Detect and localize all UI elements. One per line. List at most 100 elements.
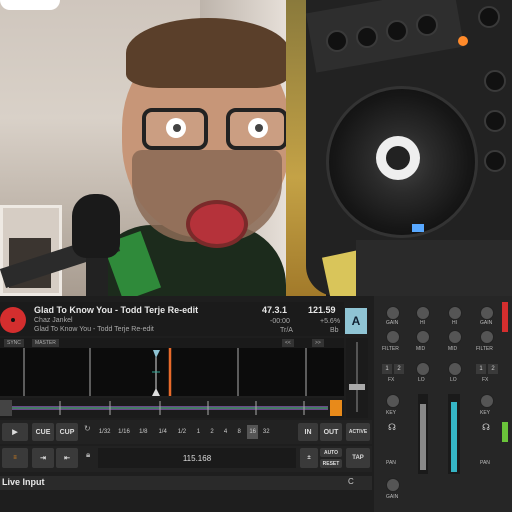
gain-knob-b[interactable] bbox=[386, 478, 400, 492]
webcam-video bbox=[0, 0, 286, 296]
fx1-button-b[interactable]: 1 bbox=[476, 364, 486, 374]
live-input-header bbox=[0, 476, 372, 490]
key-label: KEY bbox=[386, 410, 397, 416]
volume-fader-a[interactable] bbox=[418, 394, 428, 474]
loop-out-button[interactable]: OUT bbox=[320, 423, 342, 441]
mixer-eq-a: HI MID LO bbox=[408, 302, 438, 512]
loop-size-button[interactable]: 32 bbox=[260, 425, 272, 439]
sync-button[interactable]: SYNC bbox=[4, 339, 24, 347]
fx2-button[interactable]: 2 bbox=[394, 364, 404, 374]
loop-size-button[interactable]: 1/16 bbox=[115, 425, 132, 439]
vinyl-icon bbox=[0, 307, 26, 333]
mixer-channel-b: GAIN FILTER 1 2 FX KEY ☊ PAN bbox=[472, 302, 508, 512]
pan-label-b: PAN bbox=[480, 460, 490, 466]
controller-knob bbox=[484, 70, 506, 92]
play-icon: ▶ bbox=[12, 429, 18, 436]
waveform-display[interactable] bbox=[0, 348, 344, 396]
master-button[interactable]: MASTER bbox=[32, 339, 59, 347]
lo-label: LO bbox=[418, 377, 425, 383]
loop-size-button[interactable]: 1/2 bbox=[173, 425, 190, 439]
track-title: Glad To Know You - Todd Terje Re-edit bbox=[34, 305, 199, 315]
tap-button[interactable]: TAP bbox=[346, 448, 370, 468]
ceiling-lamp bbox=[0, 0, 60, 10]
key-knob[interactable] bbox=[386, 394, 400, 408]
jog-wheel-logo-center bbox=[386, 146, 410, 170]
controller-pads bbox=[356, 240, 512, 296]
hi-knob[interactable] bbox=[416, 306, 430, 320]
auto-button[interactable]: AUTO bbox=[320, 448, 342, 457]
grid-left-button[interactable]: << bbox=[282, 339, 294, 347]
loop-icon: ↻ bbox=[84, 424, 91, 433]
key-secondary: Bb bbox=[330, 327, 339, 334]
live-input-deck-letter[interactable]: C bbox=[348, 477, 354, 486]
tempo-slider[interactable] bbox=[346, 338, 368, 418]
headphone-icon[interactable]: ☊ bbox=[388, 422, 396, 433]
mixer-channel-a: GAIN FILTER 1 2 FX KEY ☊ PAN GAIN bbox=[378, 302, 408, 512]
controller-knob bbox=[484, 110, 506, 132]
key-knob-b[interactable] bbox=[480, 394, 494, 408]
loop-size-button[interactable]: 1/8 bbox=[135, 425, 152, 439]
loop-size-button[interactable]: 16 bbox=[246, 425, 259, 439]
lock-icon: 🔒︎ bbox=[86, 450, 91, 459]
fx-label: FX bbox=[388, 377, 395, 383]
pitch-bend-button[interactable]: ± bbox=[300, 448, 318, 468]
filter-label-b: FILTER bbox=[476, 346, 493, 352]
mixer-meter: HI MID LO bbox=[440, 302, 470, 512]
mid-label: MID bbox=[416, 346, 426, 352]
tempo-value: 115.168 bbox=[98, 448, 296, 468]
gain-knob-c[interactable] bbox=[480, 306, 494, 320]
grid-right-button[interactable]: >> bbox=[312, 339, 324, 347]
hair bbox=[126, 18, 286, 88]
deck-mode-icon: ≡ bbox=[13, 455, 17, 461]
playhead-triangle-icon bbox=[152, 388, 160, 396]
lo-knob-b[interactable] bbox=[448, 362, 462, 376]
glasses-right-lens bbox=[226, 108, 286, 150]
play-button[interactable]: ▶ bbox=[2, 423, 28, 441]
loop-size-button[interactable]: 8 bbox=[233, 425, 245, 439]
lo-label-b: LO bbox=[450, 377, 457, 383]
live-input-label: Live Input bbox=[2, 477, 45, 487]
mid-knob[interactable] bbox=[416, 330, 430, 344]
reverse-icon: ⇤ bbox=[64, 455, 70, 462]
loop-size-button[interactable]: 1/4 bbox=[154, 425, 171, 439]
loop-size-button[interactable]: 1 bbox=[193, 425, 205, 439]
bpm-display: 121.59 bbox=[308, 305, 336, 315]
loop-size-button[interactable]: 4 bbox=[220, 425, 232, 439]
reset-button[interactable]: RESET bbox=[320, 459, 342, 468]
hi-knob-b[interactable] bbox=[448, 306, 462, 320]
track-subtitle: Glad To Know You - Todd Terje Re-edit bbox=[34, 326, 154, 333]
hi-label-b: HI bbox=[452, 320, 457, 326]
flux-icon: ⇥ bbox=[40, 455, 46, 462]
loop-size-button[interactable]: 2 bbox=[206, 425, 218, 439]
flux-button[interactable]: ⇥ bbox=[32, 448, 54, 468]
headphone-icon-b[interactable]: ☊ bbox=[482, 422, 490, 433]
track-artist: Chaz Jankel bbox=[34, 317, 73, 324]
loop-size-button[interactable]: 1/32 bbox=[96, 425, 113, 439]
reverse-button[interactable]: ⇤ bbox=[56, 448, 78, 468]
fx2-button-b[interactable]: 2 bbox=[488, 364, 498, 374]
filter-knob-b[interactable] bbox=[480, 330, 494, 344]
hi-label: HI bbox=[420, 320, 425, 326]
overview-start bbox=[0, 400, 12, 416]
controller-video bbox=[286, 0, 512, 296]
fx1-button[interactable]: 1 bbox=[382, 364, 392, 374]
track-overview[interactable] bbox=[0, 398, 344, 418]
gain-knob[interactable] bbox=[386, 306, 400, 320]
level-meter-fill bbox=[451, 402, 457, 472]
filter-knob[interactable] bbox=[386, 330, 400, 344]
waveform-svg bbox=[23, 348, 307, 396]
loop-in-button[interactable]: IN bbox=[298, 423, 318, 441]
deck-mode-button[interactable]: ≡ bbox=[2, 448, 28, 468]
gain-label-c: GAIN bbox=[480, 320, 493, 326]
lo-knob[interactable] bbox=[416, 362, 430, 376]
tempo-track bbox=[356, 342, 358, 412]
tempo-handle[interactable] bbox=[349, 384, 365, 390]
loop-active-button[interactable]: ACTIVE bbox=[346, 423, 370, 441]
level-meter bbox=[448, 394, 460, 474]
deck-letter-button[interactable]: A bbox=[345, 308, 367, 334]
cue-button[interactable]: CUE bbox=[32, 423, 54, 441]
cup-button[interactable]: CUP bbox=[56, 423, 78, 441]
mid-knob-b[interactable] bbox=[448, 330, 462, 344]
open-mouth bbox=[186, 200, 248, 248]
deck-b-indicator bbox=[502, 302, 508, 332]
